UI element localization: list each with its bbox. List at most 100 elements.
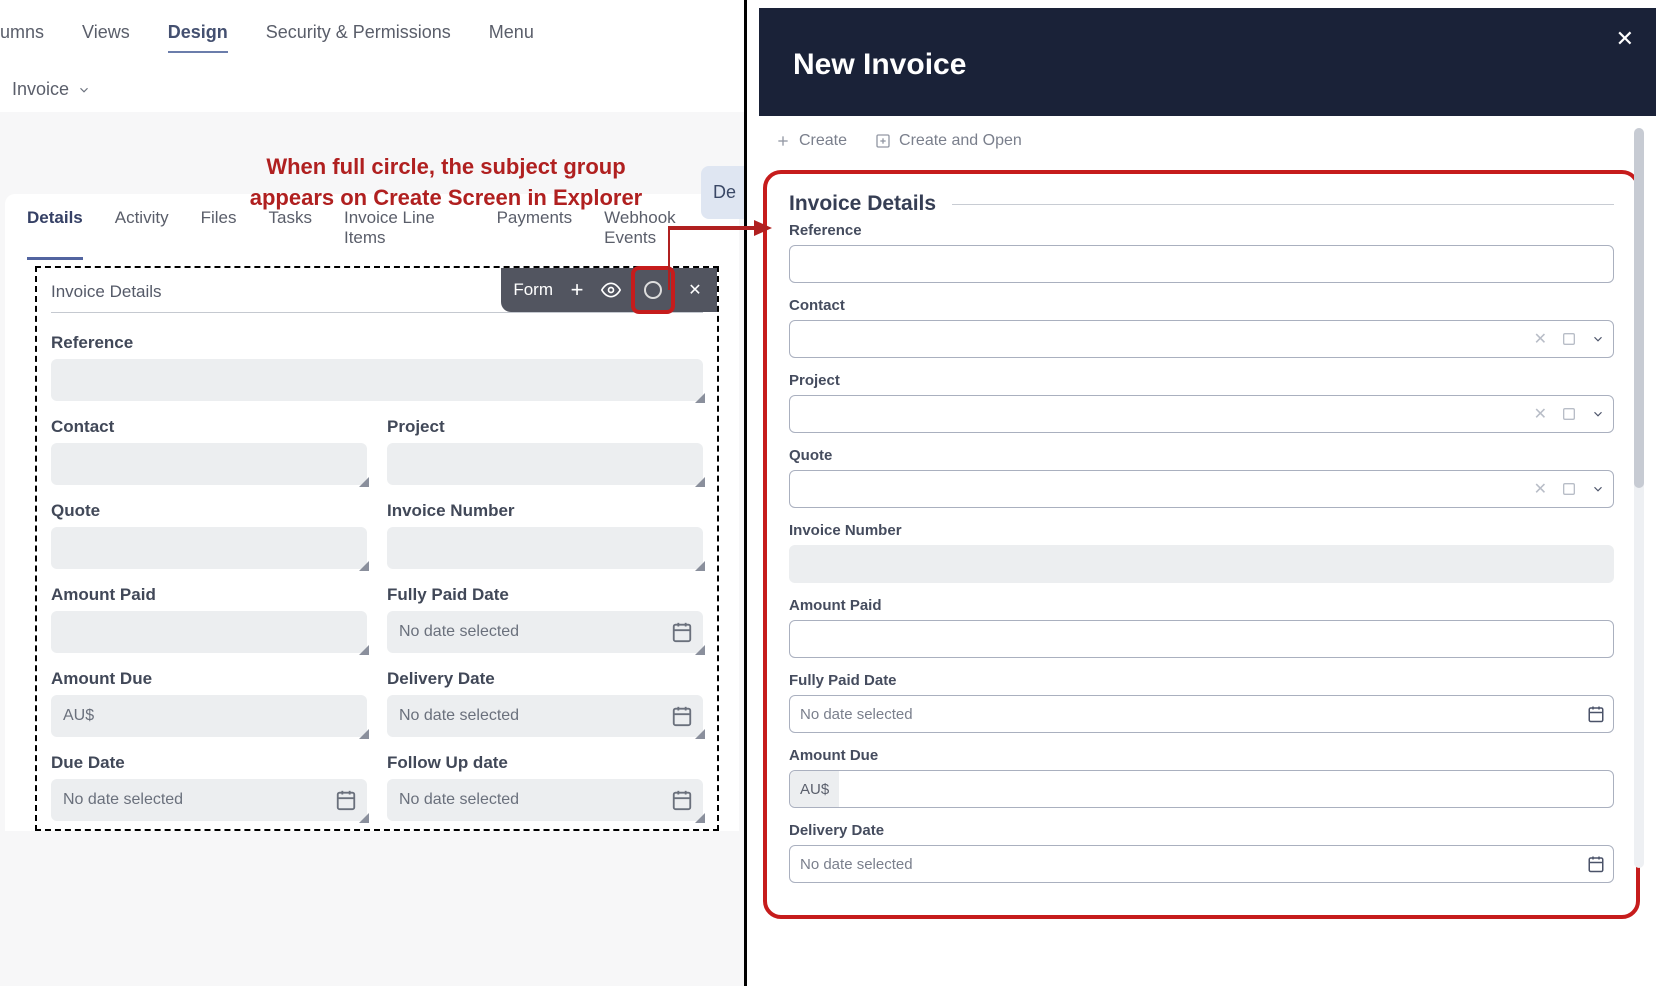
input-amount-due[interactable]: AU$ xyxy=(789,770,1614,808)
label-quote: Quote xyxy=(51,501,367,521)
label-amount-due: Amount Due xyxy=(51,669,367,689)
annotation-arrow xyxy=(668,218,774,290)
clear-icon[interactable]: ✕ xyxy=(1534,404,1547,424)
no-date-text: No date selected xyxy=(399,707,519,725)
partial-button[interactable]: De xyxy=(701,166,744,219)
calendar-icon[interactable] xyxy=(1587,705,1605,723)
create-and-open-button[interactable]: Create and Open xyxy=(875,132,1022,150)
invoice-details-highlight: Invoice Details Reference Contact ✕ xyxy=(763,170,1640,919)
calendar-icon[interactable] xyxy=(671,621,693,643)
label-amount-paid: Amount Paid xyxy=(789,597,1614,614)
open-icon xyxy=(875,133,891,149)
top-nav-tabs: umns Views Design Security & Permissions… xyxy=(0,0,744,67)
plus-icon[interactable] xyxy=(567,280,587,300)
input-due-date[interactable]: No date selected xyxy=(51,779,367,821)
tab-menu[interactable]: Menu xyxy=(489,22,534,53)
title-line xyxy=(952,204,1614,205)
label-fully-paid-date: Fully Paid Date xyxy=(387,585,703,605)
input-contact[interactable]: ✕ xyxy=(789,320,1614,358)
dtab-line-items[interactable]: Invoice Line Items xyxy=(344,208,465,260)
invoice-dropdown-label: Invoice xyxy=(12,79,69,100)
chevron-down-icon xyxy=(77,83,91,97)
input-fully-paid-date[interactable]: No date selected xyxy=(789,695,1614,733)
input-delivery-date[interactable]: No date selected xyxy=(387,695,703,737)
expand-icon[interactable] xyxy=(1561,331,1577,347)
section-underline xyxy=(51,312,703,313)
tab-views[interactable]: Views xyxy=(82,22,130,53)
tab-columns[interactable]: umns xyxy=(0,22,44,53)
input-amount-due[interactable]: AU$ xyxy=(51,695,367,737)
plus-icon xyxy=(775,133,791,149)
calendar-icon[interactable] xyxy=(335,789,357,811)
tab-design[interactable]: Design xyxy=(168,22,228,53)
input-quote[interactable]: ✕ xyxy=(789,470,1614,508)
input-fully-paid-date[interactable]: No date selected xyxy=(387,611,703,653)
label-amount-paid: Amount Paid xyxy=(51,585,367,605)
calendar-icon[interactable] xyxy=(1587,855,1605,873)
input-project[interactable] xyxy=(387,443,703,485)
input-contact[interactable] xyxy=(51,443,367,485)
create-and-open-label: Create and Open xyxy=(899,132,1022,150)
create-button[interactable]: Create xyxy=(775,132,847,150)
currency-prefix: AU$ xyxy=(790,771,839,807)
no-date-text: No date selected xyxy=(800,706,913,723)
explorer-panel: New Invoice ✕ Create Create and Open Inv… xyxy=(747,0,1656,986)
scrollbar-thumb[interactable] xyxy=(1634,128,1644,488)
no-date-text: No date selected xyxy=(399,791,519,809)
calendar-icon[interactable] xyxy=(671,789,693,811)
create-toolbar: Create Create and Open xyxy=(747,116,1656,166)
clear-icon[interactable]: ✕ xyxy=(1534,329,1547,349)
chevron-down-icon[interactable] xyxy=(1591,482,1605,496)
input-reference[interactable] xyxy=(51,359,703,401)
dtab-activity[interactable]: Activity xyxy=(115,208,169,260)
input-invoice-number xyxy=(789,545,1614,583)
label-delivery-date: Delivery Date xyxy=(387,669,703,689)
no-date-text: No date selected xyxy=(800,856,913,873)
chevron-down-icon[interactable] xyxy=(1591,407,1605,421)
label-follow-up-date: Follow Up date xyxy=(387,753,703,773)
tab-security[interactable]: Security & Permissions xyxy=(266,22,451,53)
clear-icon[interactable]: ✕ xyxy=(1534,479,1547,499)
label-project: Project xyxy=(789,372,1614,389)
section-title: Invoice Details xyxy=(789,192,936,216)
dtab-payments[interactable]: Payments xyxy=(497,208,573,260)
input-amount-paid[interactable] xyxy=(51,611,367,653)
dtab-files[interactable]: Files xyxy=(201,208,237,260)
scrollbar[interactable] xyxy=(1634,128,1644,868)
label-reference: Reference xyxy=(789,222,1614,239)
dtab-tasks[interactable]: Tasks xyxy=(269,208,312,260)
eye-icon[interactable] xyxy=(601,280,621,300)
circle-toggle-icon[interactable] xyxy=(643,280,663,300)
new-invoice-header: New Invoice ✕ xyxy=(759,8,1656,116)
chevron-down-icon[interactable] xyxy=(1591,332,1605,346)
label-contact: Contact xyxy=(789,297,1614,314)
label-due-date: Due Date xyxy=(51,753,367,773)
input-quote[interactable] xyxy=(51,527,367,569)
no-date-text: No date selected xyxy=(399,623,519,641)
design-panel: umns Views Design Security & Permissions… xyxy=(0,0,744,986)
au-prefix: AU$ xyxy=(63,707,94,725)
form-designer-area[interactable]: Form Invoice Details xyxy=(35,266,719,831)
expand-icon[interactable] xyxy=(1561,406,1577,422)
page-title: New Invoice xyxy=(793,48,1622,82)
input-invoice-number[interactable] xyxy=(387,527,703,569)
input-reference[interactable] xyxy=(789,245,1614,283)
input-project[interactable]: ✕ xyxy=(789,395,1614,433)
invoice-dropdown[interactable]: Invoice xyxy=(0,67,744,112)
calendar-icon[interactable] xyxy=(671,705,693,727)
label-fully-paid-date: Fully Paid Date xyxy=(789,672,1614,689)
dtab-details[interactable]: Details xyxy=(27,208,83,260)
label-amount-due: Amount Due xyxy=(789,747,1614,764)
detail-tabs: Details Activity Files Tasks Invoice Lin… xyxy=(5,208,739,260)
expand-icon[interactable] xyxy=(1561,481,1577,497)
close-button[interactable]: ✕ xyxy=(1616,26,1634,52)
create-label: Create xyxy=(799,132,847,150)
input-delivery-date[interactable]: No date selected xyxy=(789,845,1614,883)
input-follow-up-date[interactable]: No date selected xyxy=(387,779,703,821)
form-toolbar-label: Form xyxy=(513,280,553,300)
no-date-text: No date selected xyxy=(63,791,183,809)
input-amount-paid[interactable] xyxy=(789,620,1614,658)
label-invoice-number: Invoice Number xyxy=(387,501,703,521)
label-contact: Contact xyxy=(51,417,367,437)
label-project: Project xyxy=(387,417,703,437)
